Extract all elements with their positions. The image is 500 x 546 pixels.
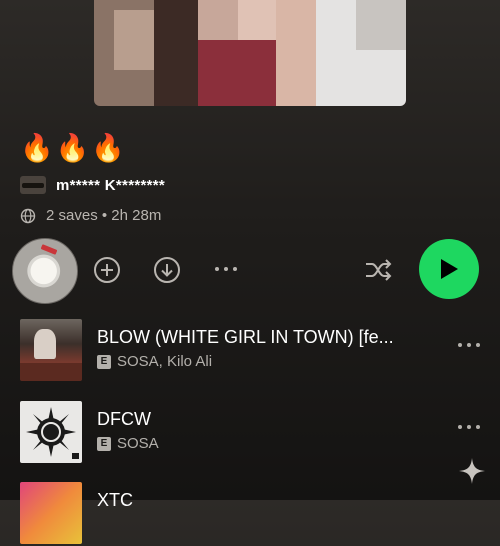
cover-pixel-block [114,10,154,70]
track-artwork [20,401,82,463]
playlist-meta: 2 saves • 2h 28m [20,207,161,224]
more-dots-icon[interactable] [212,264,240,274]
meta-text: 2 saves • 2h 28m [46,207,162,224]
track-artists: SOSA [117,435,159,452]
track-subtitle: E SOSA, Kilo Ali [97,353,212,370]
more-dots-icon[interactable] [456,423,482,431]
cover-pixel-block [198,40,276,106]
download-icon[interactable] [153,256,181,284]
track-title: BLOW (WHITE GIRL IN TOWN) [fe... [97,327,394,347]
play-icon [441,259,458,279]
playlist-thumbnail[interactable] [12,238,78,304]
cover-pixel-block [356,0,406,50]
track-row[interactable]: XTC [20,482,500,546]
cover-pixel-block [154,0,198,106]
track-artwork [20,319,82,381]
sparkle-icon[interactable] [458,457,486,485]
playlist-owner[interactable]: m***** K******** [20,174,165,196]
cover-pixel-block [238,0,276,40]
track-subtitle: E SOSA [97,435,159,452]
track-artists: SOSA, Kilo Ali [117,353,213,370]
track-row[interactable]: DFCW E SOSA [20,401,500,465]
track-artwork [20,482,82,544]
playlist-description: 🔥🔥🔥 [20,133,127,163]
owner-avatar [20,176,46,194]
cover-pixel-block [276,0,316,106]
play-button[interactable] [419,239,479,299]
action-bar [0,236,500,304]
track-title: XTC [97,490,133,510]
playlist-cover-image [94,0,406,106]
track-title: DFCW [97,409,151,429]
track-row[interactable]: BLOW (WHITE GIRL IN TOWN) [fe... E SOSA,… [20,319,500,383]
add-circle-icon[interactable] [93,256,121,284]
owner-name: m***** K******** [56,176,166,194]
explicit-badge: E [97,436,111,451]
globe-icon [20,208,36,223]
sunburst-icon [26,407,79,459]
more-dots-icon[interactable] [456,341,482,349]
explicit-badge: E [97,354,111,369]
shuffle-icon[interactable] [363,255,393,285]
